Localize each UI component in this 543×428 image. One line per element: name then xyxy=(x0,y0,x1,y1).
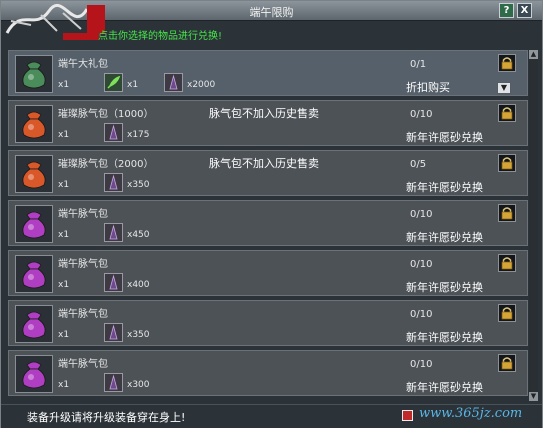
game-logo xyxy=(5,3,105,40)
cost-value: x175 xyxy=(127,130,150,140)
bag-icon xyxy=(15,105,53,143)
cost-value: x400 xyxy=(127,280,150,290)
leaf-icon xyxy=(104,73,123,92)
bag-icon xyxy=(15,355,53,393)
item-name: 端午脉气包 xyxy=(58,259,108,270)
item-note: 脉气包不加入历史售卖 xyxy=(209,157,319,170)
item-name: 端午脉气包 xyxy=(58,359,108,370)
lock-icon[interactable] xyxy=(498,154,516,172)
item-name: 端午大礼包 xyxy=(58,59,108,70)
wish-sand-icon xyxy=(104,223,123,242)
bag-icon xyxy=(15,305,53,343)
list-item[interactable]: 璀璨脉气包（1000） x1 脉气包不加入历史售卖 x175 0/10 新年许愿砂兑换 xyxy=(8,100,528,146)
item-name: 端午脉气包 xyxy=(58,309,108,320)
item-quantity: x1 xyxy=(58,330,70,340)
bag-icon xyxy=(15,205,53,243)
instruction-hint: 点击你选择的物品进行兑换! xyxy=(98,31,223,42)
wish-sand-icon xyxy=(104,273,123,292)
item-quantity: x1 xyxy=(58,280,70,290)
item-quantity: x1 xyxy=(58,130,70,140)
lock-icon[interactable] xyxy=(498,54,516,72)
exchange-button[interactable]: 新年许愿砂兑换 xyxy=(406,179,483,195)
list-item[interactable]: 端午脉气包 x1 x300 0/10 新年许愿砂兑换 xyxy=(8,350,528,396)
exchange-button[interactable]: 新年许愿砂兑换 xyxy=(406,379,483,395)
list-item[interactable]: 璀璨脉气包（2000） x1 脉气包不加入历史售卖 x350 0/5 新年许愿砂兑换 xyxy=(8,150,528,196)
site-watermark: www.365jz.com xyxy=(419,406,523,421)
wish-sand-icon xyxy=(104,173,123,192)
lock-icon[interactable] xyxy=(498,254,516,272)
bag-icon xyxy=(15,255,53,293)
exchange-button[interactable]: 新年许愿砂兑换 xyxy=(406,329,483,345)
exchange-button[interactable]: 折扣购买 xyxy=(406,79,450,95)
checkbox-icon[interactable] xyxy=(402,410,413,421)
exchange-button[interactable]: 新年许愿砂兑换 xyxy=(406,129,483,145)
list-item[interactable]: 端午脉气包 x1 x350 0/10 新年许愿砂兑换 xyxy=(8,300,528,346)
purchase-limit: 0/10 xyxy=(410,209,433,220)
shop-window: 端午限购 ? X 点击你选择的物品进行兑换! 端午大礼包 x1 x1 x2000 0/1… xyxy=(0,0,543,428)
list-item[interactable]: 端午脉气包 x1 x450 0/10 新年许愿砂兑换 xyxy=(8,200,528,246)
exchange-button[interactable]: 新年许愿砂兑换 xyxy=(406,229,483,245)
wish-sand-icon xyxy=(104,373,123,392)
purchase-limit: 0/10 xyxy=(410,109,433,120)
wish-sand-icon xyxy=(104,123,123,142)
exchange-button[interactable]: 新年许愿砂兑换 xyxy=(406,279,483,295)
purchase-limit: 0/10 xyxy=(410,359,433,370)
bottom-bar: 装备升级请将升级装备穿在身上! www.365jz.com xyxy=(1,404,542,428)
item-note: 脉气包不加入历史售卖 xyxy=(209,107,319,120)
list-item[interactable]: 端午大礼包 x1 x1 x2000 0/1 折扣购买 xyxy=(8,50,528,96)
lock-icon[interactable] xyxy=(498,204,516,222)
cost-value: x450 xyxy=(127,230,150,240)
purchase-limit: 0/1 xyxy=(410,59,427,70)
bag-icon xyxy=(15,55,53,93)
item-quantity: x1 xyxy=(58,180,70,190)
purchase-limit: 0/10 xyxy=(410,309,433,320)
bag-icon xyxy=(15,155,53,193)
close-button[interactable]: X xyxy=(517,3,532,18)
cost-value: x1 xyxy=(127,80,139,90)
scroll-down-arrow-icon[interactable]: ▼ xyxy=(529,392,538,401)
footer-tip: 装备升级请将升级装备穿在身上! xyxy=(27,411,186,424)
wish-sand-icon xyxy=(164,73,183,92)
list-item[interactable]: 端午脉气包 x1 x400 0/10 新年许愿砂兑换 xyxy=(8,250,528,296)
item-list: 端午大礼包 x1 x1 x2000 0/1 折扣购买璀璨脉气包（1000） x1 脉气包不加入… xyxy=(8,50,528,401)
purchase-limit: 0/10 xyxy=(410,259,433,270)
item-name: 璀璨脉气包（2000） xyxy=(58,159,154,170)
cost-value: x2000 xyxy=(187,80,216,90)
dropdown-arrow-icon[interactable]: ▼ xyxy=(497,82,511,94)
lock-icon[interactable] xyxy=(498,354,516,372)
purchase-limit: 0/5 xyxy=(410,159,427,170)
item-quantity: x1 xyxy=(58,380,70,390)
lock-icon[interactable] xyxy=(498,304,516,322)
cost-value: x300 xyxy=(127,380,150,390)
item-name: 端午脉气包 xyxy=(58,209,108,220)
item-quantity: x1 xyxy=(58,80,70,90)
cost-value: x350 xyxy=(127,330,150,340)
scroll-up-arrow-icon[interactable]: ▲ xyxy=(529,50,538,59)
lock-icon[interactable] xyxy=(498,104,516,122)
item-name: 璀璨脉气包（1000） xyxy=(58,109,154,120)
wish-sand-icon xyxy=(104,323,123,342)
cost-value: x350 xyxy=(127,180,150,190)
scrollbar[interactable]: ▲ ▼ xyxy=(529,50,538,401)
help-button[interactable]: ? xyxy=(499,3,514,18)
item-quantity: x1 xyxy=(58,230,70,240)
